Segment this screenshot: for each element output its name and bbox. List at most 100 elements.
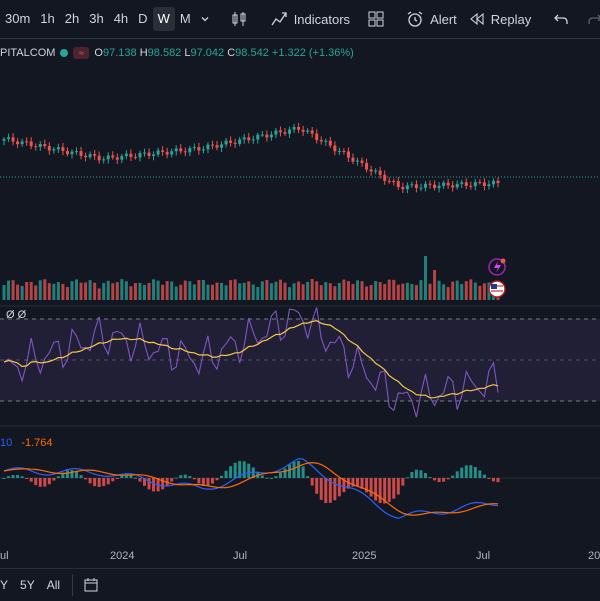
volume-bar xyxy=(247,281,251,300)
price-pane xyxy=(0,122,600,194)
macd-histogram-bar xyxy=(161,478,165,490)
candle-body xyxy=(75,151,79,153)
candle-body xyxy=(156,150,160,155)
macd-histogram-bar xyxy=(224,470,228,478)
chart-area[interactable] xyxy=(0,38,600,568)
chevron-down-icon[interactable] xyxy=(196,7,214,31)
volume-bar xyxy=(170,281,174,300)
macd-histogram-bar xyxy=(401,478,405,486)
replay-button[interactable]: Replay xyxy=(463,7,537,31)
volume-bar xyxy=(315,281,319,300)
symbol-name[interactable]: PITALCOM xyxy=(0,47,55,59)
macd-histogram-bar xyxy=(269,477,273,479)
candle-body xyxy=(496,180,500,184)
volume-bar xyxy=(102,282,106,300)
timeframe-4h[interactable]: 4h xyxy=(109,7,133,31)
timeframe-30m[interactable]: 30m xyxy=(0,7,35,31)
rewind-icon xyxy=(469,12,484,26)
range-5y[interactable]: 5Y xyxy=(14,578,41,592)
macd-histogram-bar xyxy=(437,478,441,483)
volume-bar xyxy=(75,279,79,300)
candle-body xyxy=(88,154,92,158)
candle-body xyxy=(79,151,83,156)
indicators-button[interactable]: Indicators xyxy=(264,7,356,31)
macd-histogram-bar xyxy=(11,475,15,478)
volume-bar xyxy=(346,281,350,300)
range-all[interactable]: All xyxy=(41,578,66,592)
volume-bar xyxy=(183,280,187,300)
candle-body xyxy=(283,132,287,134)
volume-bar xyxy=(70,281,74,300)
volume-bar xyxy=(433,270,437,300)
candle-body xyxy=(482,182,486,187)
volume-bar xyxy=(405,282,409,300)
timeframe-1h[interactable]: 1h xyxy=(35,7,59,31)
volume-bar xyxy=(224,285,228,300)
calendar-icon[interactable] xyxy=(79,573,103,597)
candle-body xyxy=(47,146,51,151)
timeframe-d[interactable]: D xyxy=(133,7,152,31)
candle-body xyxy=(120,156,124,160)
macd-histogram-bar xyxy=(496,478,500,483)
volume-bar xyxy=(383,284,387,300)
candle-body xyxy=(315,133,319,141)
candle-body xyxy=(360,160,364,163)
undo-icon[interactable] xyxy=(549,7,573,31)
timeframe-3h[interactable]: 3h xyxy=(84,7,108,31)
flash-badge[interactable] xyxy=(488,258,506,276)
macd-histogram-bar xyxy=(482,474,486,478)
alert-label: Alert xyxy=(430,11,457,27)
close-key: C xyxy=(227,47,236,59)
volume-bar xyxy=(482,283,486,300)
volume-bar xyxy=(464,281,468,300)
macd-histogram-bar xyxy=(20,476,24,478)
macd-histogram-bar xyxy=(16,474,20,478)
macd-histogram-bar xyxy=(405,477,409,479)
volume-bar xyxy=(111,283,115,300)
candle-body xyxy=(455,183,459,188)
timeframe-w[interactable]: W xyxy=(152,7,175,31)
candle-body xyxy=(269,134,273,138)
candle-body xyxy=(224,140,228,145)
macd-histogram-bar xyxy=(70,469,74,478)
candle-body xyxy=(52,149,56,151)
macd-histogram-bar xyxy=(52,478,56,481)
candles-icon[interactable] xyxy=(226,7,252,31)
volume-bar xyxy=(360,281,364,300)
candle-body xyxy=(111,155,115,158)
wave-badge[interactable]: ≈ xyxy=(73,47,90,59)
macd-histogram-bar xyxy=(56,476,60,478)
layouts-grid-icon[interactable] xyxy=(364,7,388,31)
volume-bar xyxy=(297,281,301,300)
macd-histogram-bar xyxy=(442,478,446,482)
volume-bar xyxy=(52,283,56,300)
macd-histogram-bar xyxy=(260,475,264,478)
volume-bar xyxy=(65,286,69,300)
macd-histogram-bar xyxy=(93,478,97,487)
candlesticks xyxy=(2,122,500,194)
candle-body xyxy=(29,141,33,147)
candle-body xyxy=(124,153,128,157)
volume-bar xyxy=(410,283,414,300)
candle-body xyxy=(147,152,151,156)
volume-bar xyxy=(356,280,360,300)
macd-histogram-bar xyxy=(47,478,51,485)
candle-body xyxy=(142,152,146,154)
macd-histogram-bar xyxy=(115,478,119,479)
flag-badge[interactable] xyxy=(488,280,506,298)
candle-body xyxy=(102,159,106,161)
macd-histogram-bar xyxy=(306,476,310,478)
top-toolbar: 30m 1h 2h 3h 4h D W M Indicators Alert R… xyxy=(0,0,600,39)
volume-bar xyxy=(88,280,92,300)
macd-histogram-bar xyxy=(315,478,319,494)
timeframe-m[interactable]: M xyxy=(175,7,196,31)
macd-histogram-bar xyxy=(414,469,418,478)
candle-body xyxy=(278,130,282,133)
redo-icon[interactable] xyxy=(583,7,600,31)
range-y[interactable]: Y xyxy=(0,578,14,592)
timeframe-2h[interactable]: 2h xyxy=(60,7,84,31)
candle-body xyxy=(183,151,187,153)
volume-bar xyxy=(233,279,237,300)
macd-histogram-bar xyxy=(378,478,382,503)
alert-button[interactable]: Alert xyxy=(400,7,463,31)
